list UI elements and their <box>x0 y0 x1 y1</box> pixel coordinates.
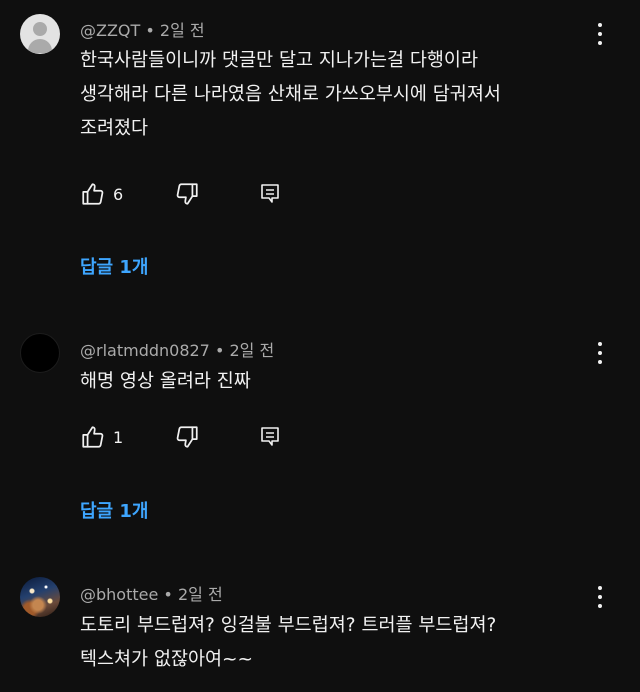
comment-age: 2일 전 <box>177 585 223 604</box>
more-vert-icon[interactable] <box>590 341 610 367</box>
thumbs-down-icon <box>176 183 198 205</box>
thumbs-up-icon <box>82 426 104 448</box>
comment-line: 도토리 부드럽져? 잉걸불 부드럽져? 트러플 부드럽져? <box>80 615 497 636</box>
comment-text: 도토리 부드럽져? 잉걸불 부드럽져? 트러플 부드럽져? 텍스쳐가 없잖아여~… <box>80 609 580 677</box>
comment-line: 조려졌다 <box>80 118 149 139</box>
comment-line: 텍스쳐가 없잖아여~~ <box>80 649 254 670</box>
like-count: 6 <box>113 184 124 204</box>
dislike-button[interactable] <box>174 179 200 209</box>
thumbs-up-icon <box>82 183 104 205</box>
like-button[interactable]: 1 <box>80 422 123 452</box>
reply-icon <box>261 184 279 203</box>
meta-separator: • <box>163 585 173 604</box>
comment-meta: @ZZQT • 2일 전 <box>80 17 205 41</box>
reply-button[interactable] <box>258 179 282 209</box>
dislike-button[interactable] <box>174 422 200 452</box>
replies-toggle[interactable]: 답글 1개 <box>80 497 148 523</box>
comment-line: 한국사람들이니까 댓글만 달고 지나가는걸 다행이라 <box>80 50 478 71</box>
more-vert-icon[interactable] <box>590 22 610 48</box>
comment-author[interactable]: @ZZQT <box>80 21 140 40</box>
comment-line: 해명 영상 올려라 진짜 <box>80 371 251 392</box>
like-count: 1 <box>113 427 124 447</box>
comment-text: 해명 영상 올려라 진짜 <box>80 365 580 399</box>
comment-line: 생각해라 다른 나라였음 산채로 가쓰오부시에 담궈져서 <box>80 84 501 105</box>
comment-age: 2일 전 <box>159 21 205 40</box>
comment-age: 2일 전 <box>229 341 275 360</box>
comment-meta: @rlatmddn0827 • 2일 전 <box>80 337 274 361</box>
reply-button[interactable] <box>258 422 282 452</box>
like-button[interactable]: 6 <box>80 179 123 209</box>
comment-meta: @bhottee • 2일 전 <box>80 581 223 605</box>
avatar[interactable] <box>20 333 60 373</box>
more-vert-icon[interactable] <box>590 585 610 611</box>
default-avatar-icon[interactable] <box>20 14 60 54</box>
comment-author[interactable]: @bhottee <box>80 585 158 604</box>
comment-author[interactable]: @rlatmddn0827 <box>80 341 210 360</box>
replies-toggle[interactable]: 답글 1개 <box>80 253 148 279</box>
comment-text: 한국사람들이니까 댓글만 달고 지나가는걸 다행이라 생각해라 다른 나라였음 … <box>80 44 580 146</box>
reply-icon <box>261 427 279 446</box>
meta-separator: • <box>145 21 155 40</box>
thumbs-down-icon <box>176 426 198 448</box>
avatar[interactable] <box>20 577 60 617</box>
meta-separator: • <box>214 341 225 360</box>
